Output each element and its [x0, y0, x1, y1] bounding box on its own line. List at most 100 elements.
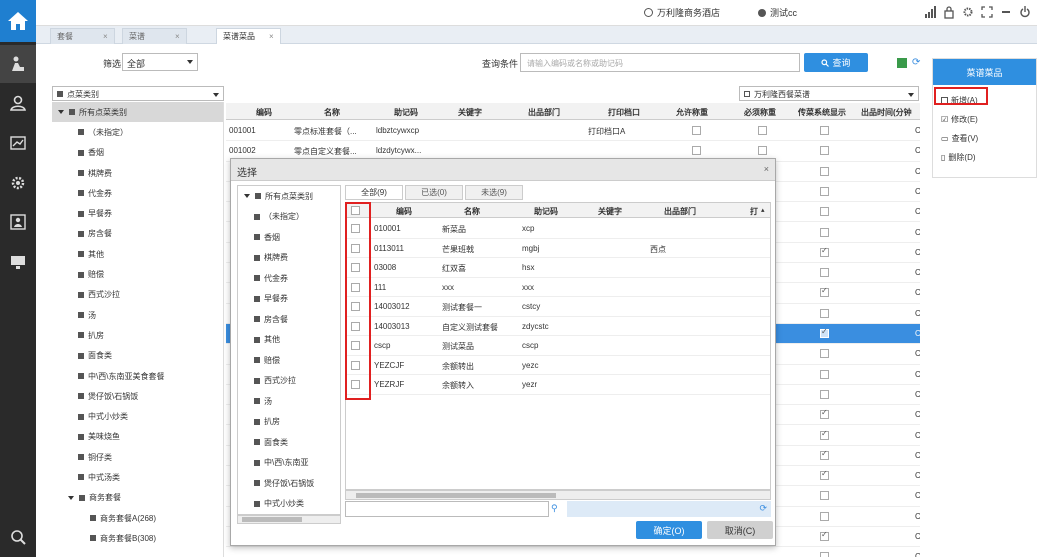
tree-item[interactable]: 美味烧鱼: [52, 427, 223, 447]
display-checkbox[interactable]: [820, 369, 829, 379]
display-checkbox[interactable]: [820, 166, 829, 176]
nav-reception-icon[interactable]: [0, 45, 36, 83]
tab-menu[interactable]: 菜谱 ×: [122, 28, 187, 44]
dialog-tree-item[interactable]: 汤: [238, 391, 340, 412]
tree-item[interactable]: 代金券: [52, 183, 223, 203]
search-input[interactable]: 请输入编码或名称或助记码: [520, 53, 800, 72]
col-time[interactable]: 出品时间(分钟: [861, 107, 912, 118]
display-checkbox[interactable]: [820, 349, 829, 359]
refresh-icon[interactable]: ⟳: [912, 57, 920, 68]
dialog-tree-item[interactable]: 煲仔饭\石锅饭: [238, 473, 340, 494]
dialog-tree-item[interactable]: 扒房: [238, 412, 340, 433]
col-keyword[interactable]: 关键字: [458, 107, 482, 118]
display-checkbox[interactable]: [820, 126, 829, 135]
tree-item[interactable]: （未指定）: [52, 122, 223, 142]
nav-support-icon[interactable]: [0, 518, 36, 556]
display-checkbox[interactable]: [820, 286, 829, 298]
expand-triangle-icon[interactable]: [244, 194, 250, 199]
tab-selected[interactable]: 已选(0): [405, 185, 463, 200]
tree-item[interactable]: 房含餐: [52, 224, 223, 244]
tree-item[interactable]: 赔偿: [52, 264, 223, 284]
dialog-row[interactable]: 14003013 自定义测试套餐 zdycstc: [346, 317, 770, 336]
tab-all[interactable]: 全部(9): [345, 185, 403, 200]
delete-button[interactable]: ▯ 删除(D): [941, 152, 976, 163]
user-info[interactable]: 测试cc: [758, 6, 797, 19]
display-checkbox[interactable]: [820, 491, 829, 501]
filter-select[interactable]: 全部: [122, 53, 198, 71]
dialog-tree-item[interactable]: 西式沙拉: [238, 371, 340, 392]
col-mnemonic[interactable]: 助记码: [394, 107, 418, 118]
export-excel-icon[interactable]: [897, 58, 907, 68]
dialog-row[interactable]: 010001 新菜品 xcp: [346, 219, 770, 239]
category-select[interactable]: 点菜类别: [52, 86, 224, 101]
tree-item[interactable]: 面食类: [52, 346, 223, 366]
scroll-thumb[interactable]: [356, 493, 556, 498]
tree-item[interactable]: 商务套餐: [52, 488, 223, 508]
dialog-tree-item[interactable]: 其他: [238, 330, 340, 351]
ok-button[interactable]: 确定(O): [636, 521, 702, 539]
display-checkbox[interactable]: [820, 327, 829, 338]
tab-package[interactable]: 套餐 ×: [50, 28, 115, 44]
dialog-search-input[interactable]: [345, 501, 549, 517]
tree-item[interactable]: 中式汤类: [52, 467, 223, 487]
display-checkbox[interactable]: [820, 207, 829, 217]
dialog-tree-item[interactable]: 代金券: [238, 268, 340, 289]
nav-chart-icon[interactable]: [0, 124, 36, 162]
dcol-code[interactable]: 编码: [396, 206, 412, 217]
dcol-keyword[interactable]: 关键字: [598, 206, 622, 217]
col-allow-weigh[interactable]: 允许称重: [676, 107, 708, 118]
dialog-tree-item[interactable]: 所有点菜类别: [238, 186, 340, 207]
display-checkbox[interactable]: [820, 469, 829, 481]
nav-monitor-icon[interactable]: [0, 243, 36, 281]
refresh-icon[interactable]: ⟳: [759, 503, 767, 514]
scroll-thumb[interactable]: [242, 517, 302, 522]
tree-item[interactable]: 铜仔类: [52, 447, 223, 467]
dialog-tree-item[interactable]: 香烟: [238, 227, 340, 248]
dialog-tree-item[interactable]: 面食类: [238, 432, 340, 453]
lock-icon[interactable]: [943, 5, 955, 19]
dialog-tree-item[interactable]: 中\西\东南亚: [238, 453, 340, 474]
col-must-weigh[interactable]: 必须称重: [744, 107, 776, 118]
tree-item[interactable]: 扒房: [52, 325, 223, 345]
nav-team-icon[interactable]: [0, 203, 36, 241]
tree-item[interactable]: 商务套餐B(308): [52, 528, 223, 548]
tree-item[interactable]: 其他: [52, 244, 223, 264]
display-checkbox[interactable]: [820, 552, 829, 557]
tree-item[interactable]: 汤: [52, 305, 223, 325]
display-checkbox[interactable]: [820, 186, 829, 196]
display-checkbox[interactable]: [820, 429, 829, 440]
display-checkbox[interactable]: [820, 389, 829, 399]
dialog-row[interactable]: 111 xxx xxx: [346, 278, 770, 297]
expand-triangle-icon[interactable]: [58, 110, 64, 115]
tab-close-icon[interactable]: ×: [175, 32, 180, 41]
display-checkbox[interactable]: [820, 449, 829, 460]
tree-item[interactable]: 早餐券: [52, 203, 223, 223]
display-checkbox[interactable]: [820, 511, 829, 521]
table-row[interactable]: C: [226, 547, 920, 557]
dialog-row[interactable]: 03008 红双喜 hsx: [346, 258, 770, 278]
dialog-grid-scrollbar[interactable]: [345, 490, 771, 500]
chevron-up-icon[interactable]: ▴: [761, 206, 765, 214]
nav-gear-icon[interactable]: [0, 164, 36, 202]
col-code[interactable]: 编码: [256, 107, 272, 118]
dialog-row[interactable]: YEZCJF 余额转出 yezc: [346, 356, 770, 375]
tree-item[interactable]: 商务套餐A(268): [52, 508, 223, 528]
search-icon[interactable]: ⚲: [551, 503, 558, 514]
signal-icon[interactable]: [924, 5, 936, 19]
display-checkbox[interactable]: [820, 268, 829, 278]
col-name[interactable]: 名称: [324, 107, 340, 118]
dcol-dept[interactable]: 出品部门: [664, 206, 696, 217]
dialog-row[interactable]: 14003012 测试套餐一 cstcy: [346, 297, 770, 317]
display-checkbox[interactable]: [820, 146, 829, 156]
tree-item[interactable]: 西式沙拉: [52, 285, 223, 305]
allow-weigh-checkbox[interactable]: [692, 146, 701, 156]
tree-item[interactable]: 中式小炒类: [52, 406, 223, 426]
home-button[interactable]: [0, 0, 36, 42]
tree-item[interactable]: 中\西\东南亚美食套餐: [52, 366, 223, 386]
col-display[interactable]: 传菜系统显示: [798, 107, 846, 118]
nav-user-icon[interactable]: [0, 84, 36, 122]
dialog-tree-scrollbar[interactable]: [237, 515, 341, 524]
dcol-mnemonic[interactable]: 助记码: [534, 206, 558, 217]
table-row[interactable]: 001001 零点标准套餐（... ldbztcywxcp 打印档口A C: [226, 121, 920, 142]
tree-item[interactable]: 所有点菜类别: [52, 102, 223, 123]
